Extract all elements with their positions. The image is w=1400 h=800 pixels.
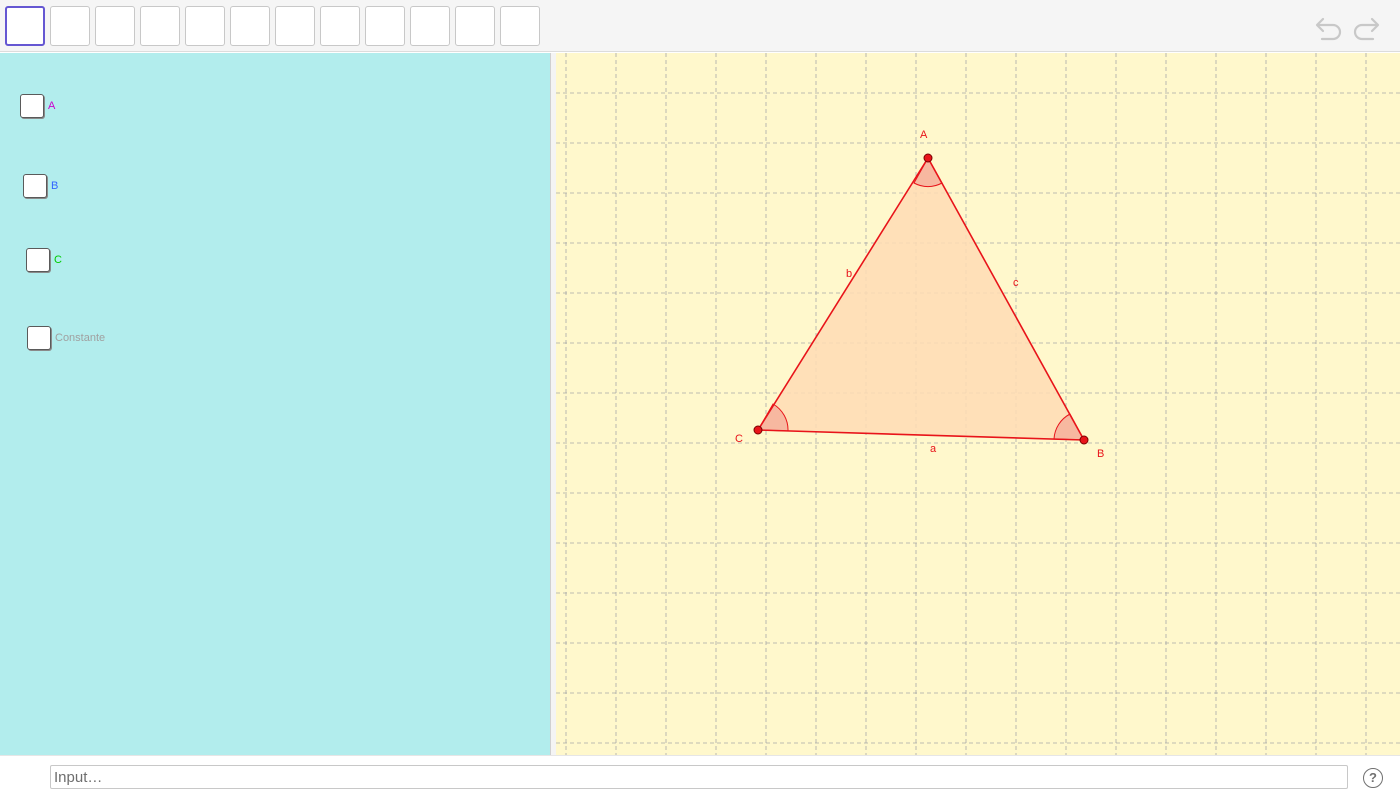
checkbox-a-box[interactable] xyxy=(20,94,44,118)
checkbox-b-box[interactable] xyxy=(23,174,47,198)
toolbar xyxy=(0,0,1400,52)
move-tool-button[interactable] xyxy=(5,6,45,46)
vertex-label-a: A xyxy=(920,129,928,141)
slider-tool-button[interactable] xyxy=(410,6,450,46)
checkbox-c-label: C xyxy=(54,254,62,266)
checkbox-b-label: B xyxy=(51,180,59,192)
graphics-canvas[interactable]: A B C a b c xyxy=(556,53,1400,755)
undo-button[interactable] xyxy=(1314,12,1344,42)
algebra-input-field[interactable] xyxy=(50,765,1348,789)
checkbox-a-label: A xyxy=(48,100,56,112)
triangle-fill[interactable] xyxy=(758,158,1084,440)
circle-tool-button[interactable] xyxy=(230,6,270,46)
input-bar: ? xyxy=(0,755,1400,800)
redo-button[interactable] xyxy=(1351,12,1381,42)
side-label-b: b xyxy=(846,268,852,280)
checkbox-constante-label: Constante xyxy=(55,332,106,344)
side-label-a: a xyxy=(930,443,937,455)
angle-tool-button[interactable] xyxy=(320,6,360,46)
perpendicular-tool-button[interactable] xyxy=(140,6,180,46)
point-b[interactable] xyxy=(1079,435,1089,445)
checkbox-b[interactable]: B xyxy=(23,174,58,198)
vertex-label-b: B xyxy=(1097,448,1104,460)
help-button[interactable]: ? xyxy=(1363,768,1383,788)
polygon-tool-button[interactable] xyxy=(185,6,225,46)
checkbox-constante[interactable]: Constante xyxy=(27,326,105,350)
undo-arrow-icon xyxy=(1315,17,1342,41)
line-tool-button[interactable] xyxy=(95,6,135,46)
side-label-c: c xyxy=(1013,277,1019,289)
conic-tool-button[interactable] xyxy=(275,6,315,46)
point-c[interactable] xyxy=(753,425,763,435)
checkbox-c-box[interactable] xyxy=(26,248,50,272)
vertex-label-c: C xyxy=(735,433,743,445)
reflect-tool-button[interactable] xyxy=(365,6,405,46)
point-tool-button[interactable] xyxy=(50,6,90,46)
redo-arrow-icon xyxy=(1353,17,1380,41)
text-tool-button[interactable] xyxy=(455,6,495,46)
checkbox-constante-box[interactable] xyxy=(27,326,51,350)
algebra-panel: A B C Constante xyxy=(0,53,550,755)
view-tool-button[interactable] xyxy=(500,6,540,46)
graphics-view[interactable]: A B C a b c xyxy=(556,53,1400,755)
checkbox-a[interactable]: A xyxy=(20,94,55,118)
checkbox-c[interactable]: C xyxy=(26,248,62,272)
point-a[interactable] xyxy=(923,153,933,163)
